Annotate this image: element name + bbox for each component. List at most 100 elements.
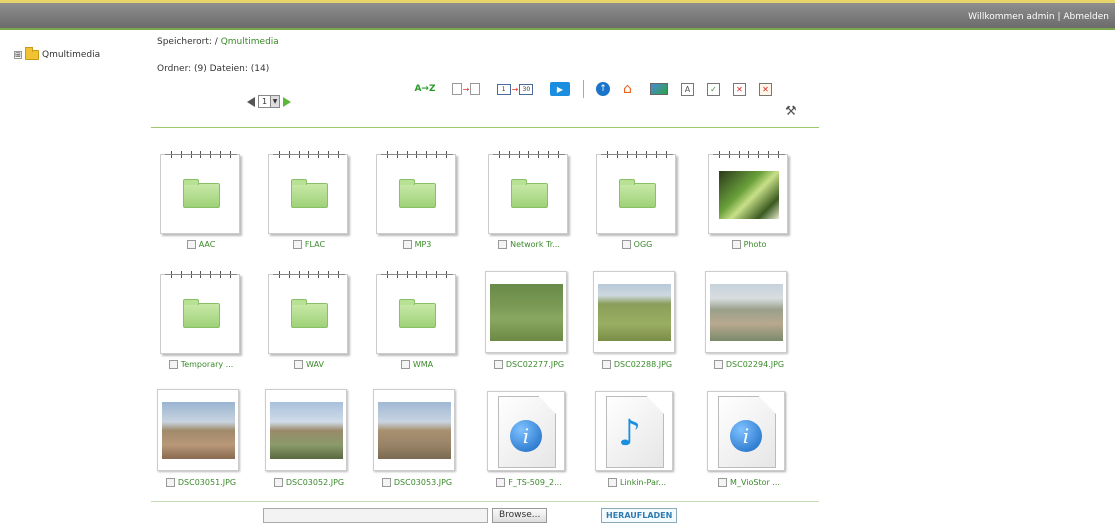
location-path-link[interactable]: Qmultimedia [221, 37, 279, 47]
document-thumbnail[interactable]: i [487, 391, 565, 471]
item-name[interactable]: M_VioStor ... [730, 478, 780, 487]
folder-card[interactable] [160, 271, 240, 354]
file-tile[interactable]: MP3 [372, 150, 462, 260]
file-tile[interactable]: ♪ Linkin-Par... [592, 388, 682, 498]
folder-icon [511, 179, 548, 208]
image-thumbnail[interactable] [373, 389, 455, 471]
item-name[interactable]: WMA [413, 360, 433, 369]
image-thumbnail[interactable] [485, 271, 567, 353]
item-checkbox[interactable] [273, 478, 283, 487]
folder-card[interactable] [708, 151, 788, 234]
item-checkbox[interactable] [165, 478, 175, 487]
upload-arrow-icon[interactable]: ↑ [596, 82, 610, 96]
prev-page-icon[interactable] [247, 96, 255, 107]
item-name[interactable]: OGG [634, 240, 653, 249]
file-tile[interactable]: DSC02288.JPG [592, 270, 682, 380]
item-checkbox[interactable] [731, 240, 741, 249]
item-name[interactable]: DSC03053.JPG [394, 478, 452, 487]
folder-card[interactable] [268, 271, 348, 354]
item-name[interactable]: DSC02277.JPG [506, 360, 564, 369]
range-from: 1 [496, 83, 511, 95]
file-tile[interactable]: DSC02294.JPG [704, 270, 794, 380]
item-name[interactable]: FLAC [305, 240, 325, 249]
page-select[interactable]: 1 ▼ [258, 95, 280, 108]
item-name[interactable]: MP3 [415, 240, 432, 249]
item-name[interactable]: Temporary ... [181, 360, 234, 369]
expand-icon[interactable]: ⊞ [14, 51, 22, 59]
folder-card[interactable] [596, 151, 676, 234]
item-name[interactable]: DSC02288.JPG [614, 360, 672, 369]
image-thumbnail[interactable] [705, 271, 787, 353]
item-name[interactable]: DSC03052.JPG [286, 478, 344, 487]
copy-icon[interactable]: → [452, 81, 480, 97]
file-tile[interactable]: DSC02277.JPG [484, 270, 574, 380]
folder-icon [399, 299, 436, 328]
file-tile[interactable]: Photo [704, 150, 794, 260]
item-checkbox[interactable] [400, 360, 410, 369]
file-tile[interactable]: WAV [264, 270, 354, 380]
folder-card[interactable] [376, 151, 456, 234]
file-tile[interactable]: i M_VioStor ... [704, 388, 794, 498]
folder-icon [291, 179, 328, 208]
file-tile[interactable]: AAC [156, 150, 246, 260]
folder-card[interactable] [268, 151, 348, 234]
document-thumbnail[interactable]: i [707, 391, 785, 471]
next-page-icon[interactable] [283, 96, 291, 107]
home-icon[interactable]: ⌂ [623, 82, 637, 96]
range-select-icon[interactable]: 1 → 30 [493, 81, 537, 97]
item-checkbox[interactable] [496, 478, 506, 487]
item-checkbox[interactable] [402, 240, 412, 249]
image-thumbnail[interactable] [265, 389, 347, 471]
folder-card[interactable] [160, 151, 240, 234]
sort-az-button[interactable]: A→Z [411, 81, 439, 97]
select-all-icon[interactable]: ✓ [707, 82, 720, 96]
welcome-text: Willkommen admin [968, 12, 1055, 22]
item-name[interactable]: WAV [306, 360, 324, 369]
file-tile[interactable]: FLAC [264, 150, 354, 260]
item-checkbox[interactable] [621, 240, 631, 249]
photo-icon[interactable] [650, 83, 668, 95]
file-tile[interactable]: Temporary ... [156, 270, 246, 380]
item-name[interactable]: F_TS-509_2... [508, 478, 561, 487]
image-thumbnail[interactable] [593, 271, 675, 353]
item-name[interactable]: Linkin-Par... [620, 478, 666, 487]
audio-thumbnail[interactable]: ♪ [595, 391, 673, 471]
item-checkbox[interactable] [493, 360, 503, 369]
file-tile[interactable]: WMA [372, 270, 462, 380]
chevron-down-icon[interactable]: ▼ [270, 96, 279, 107]
item-checkbox[interactable] [713, 360, 723, 369]
file-tile[interactable]: Network Tr... [484, 150, 574, 260]
item-name[interactable]: DSC02294.JPG [726, 360, 784, 369]
file-tile[interactable]: DSC03052.JPG [264, 388, 354, 498]
item-checkbox[interactable] [168, 360, 178, 369]
item-checkbox[interactable] [498, 240, 508, 249]
item-checkbox[interactable] [381, 478, 391, 487]
image-thumbnail[interactable] [157, 389, 239, 471]
file-tile[interactable]: i F_TS-509_2... [484, 388, 574, 498]
tools-icon[interactable]: ⚒ [785, 104, 797, 119]
item-name[interactable]: Photo [744, 240, 767, 249]
browse-button[interactable]: Browse... [492, 508, 548, 523]
item-checkbox[interactable] [292, 240, 302, 249]
folder-card[interactable] [376, 271, 456, 354]
item-checkbox[interactable] [294, 360, 304, 369]
file-tile[interactable]: DSC03053.JPG [372, 388, 462, 498]
item-checkbox[interactable] [718, 478, 728, 487]
upload-button[interactable]: HERAUFLADEN [601, 508, 678, 523]
folder-card[interactable] [488, 151, 568, 234]
rename-icon[interactable]: A [681, 82, 694, 96]
item-name[interactable]: AAC [199, 240, 216, 249]
deselect-icon[interactable]: ✕ [733, 82, 746, 96]
item-checkbox[interactable] [601, 360, 611, 369]
logout-link[interactable]: Abmelden [1063, 12, 1109, 22]
tree-root-label[interactable]: Qmultimedia [42, 50, 100, 60]
file-tile[interactable]: OGG [592, 150, 682, 260]
file-path-input[interactable] [263, 508, 488, 523]
delete-icon[interactable]: ✕ [759, 82, 772, 96]
item-name[interactable]: Network Tr... [510, 240, 560, 249]
slideshow-play-icon[interactable]: ▶ [550, 82, 570, 96]
item-checkbox[interactable] [186, 240, 196, 249]
item-name[interactable]: DSC03051.JPG [178, 478, 236, 487]
file-tile[interactable]: DSC03051.JPG [156, 388, 246, 498]
item-checkbox[interactable] [607, 478, 617, 487]
